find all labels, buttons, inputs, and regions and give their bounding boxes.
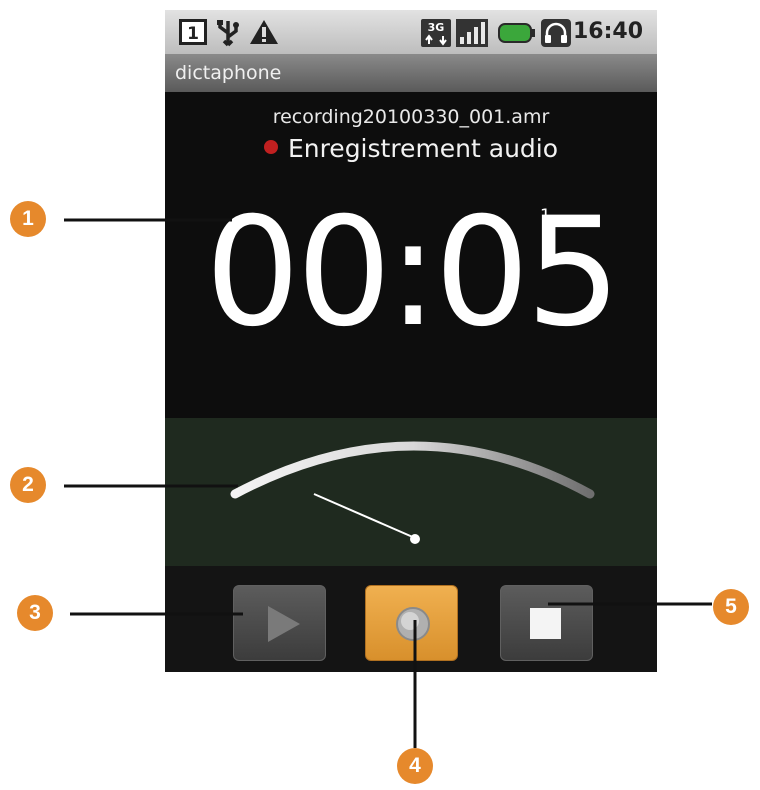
battery-icon (498, 19, 536, 51)
callout-3: 3 (17, 595, 53, 631)
recording-status-text: Enregistrement audio (287, 134, 559, 163)
control-bar (165, 566, 657, 672)
app-title: dictaphone (165, 54, 657, 92)
play-icon (268, 606, 300, 642)
callout-4: 4 (397, 748, 433, 784)
stop-button[interactable] (500, 585, 593, 661)
recording-status: Enregistrement audio (165, 134, 657, 163)
usb-icon (215, 19, 241, 51)
headset-icon (541, 19, 571, 51)
callout-1: 1 (10, 201, 46, 237)
3g-icon: 3G (421, 19, 451, 51)
sim-label: 1 (187, 24, 199, 44)
phone-screen: 1 3G 16:40 dictaphone recording20100330_… (165, 10, 657, 672)
callout-2: 2 (10, 467, 46, 503)
record-button[interactable] (365, 585, 458, 661)
network-label: 3G (428, 21, 445, 34)
level-meter (165, 418, 657, 566)
sim-1-icon: 1 (179, 19, 207, 49)
recording-filename: recording20100330_001.amr (272, 106, 550, 128)
meter-pivot (410, 534, 420, 544)
callout-5: 5 (713, 589, 749, 625)
record-icon (396, 607, 430, 641)
recording-dot-icon (263, 140, 278, 154)
signal-icon (456, 19, 488, 51)
elapsed-timer: 00:05 (204, 186, 621, 360)
warning-icon (249, 19, 279, 49)
clock: 16:40 (572, 19, 643, 44)
meter-scale-arc (230, 441, 595, 499)
stop-icon (530, 608, 561, 639)
superscript-marker: 1 (540, 206, 551, 226)
status-bar: 1 3G 16:40 (165, 10, 657, 54)
play-button[interactable] (233, 585, 326, 661)
meter-needle (313, 493, 416, 539)
